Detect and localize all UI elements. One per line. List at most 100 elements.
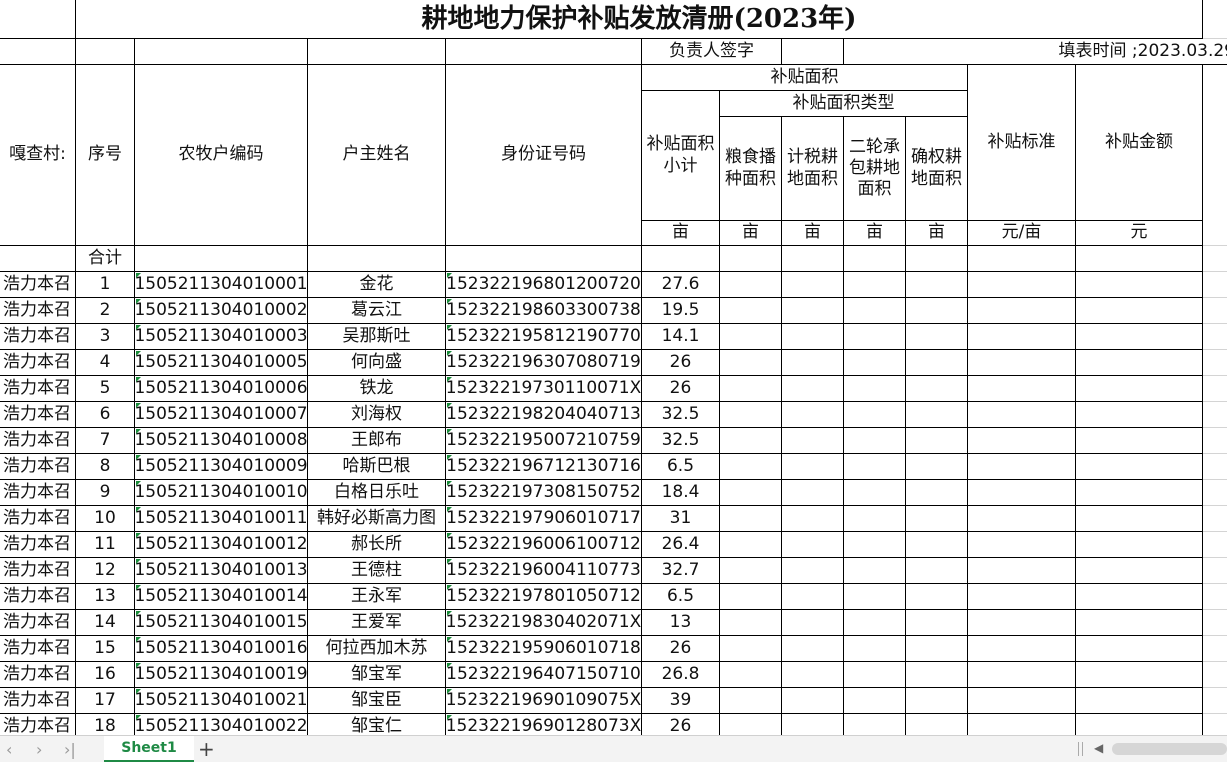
name-cell[interactable]: 何拉西加木苏 [308,636,446,662]
cell[interactable] [782,662,844,688]
village-cell[interactable]: 浩力本召 [0,454,76,480]
cell[interactable] [906,532,968,558]
cell[interactable] [1203,376,1227,402]
village-cell[interactable]: 浩力本召 [0,662,76,688]
seq-cell[interactable]: 15 [76,636,135,662]
name-cell[interactable]: 王郎布 [308,428,446,454]
cell[interactable] [906,428,968,454]
name-cell[interactable]: 白格日乐吐 [308,480,446,506]
cell[interactable] [720,636,782,662]
village-cell[interactable]: 浩力本召 [0,506,76,532]
village-cell[interactable]: 浩力本召 [0,480,76,506]
cell[interactable] [1203,688,1227,714]
chevron-left-icon[interactable]: ‹ [6,740,12,759]
cell[interactable] [844,636,906,662]
name-cell[interactable]: 邹宝仁 [308,714,446,735]
total-label[interactable]: 合计 [76,246,135,272]
village-cell[interactable]: 浩力本召 [0,610,76,636]
village-cell[interactable]: 浩力本召 [0,688,76,714]
cell[interactable] [1203,272,1227,298]
cell[interactable] [720,272,782,298]
cell[interactable] [782,584,844,610]
cell[interactable] [1076,350,1203,376]
cell[interactable] [782,480,844,506]
cell[interactable] [968,610,1076,636]
cell[interactable] [1203,610,1227,636]
cell[interactable] [968,662,1076,688]
cell[interactable] [906,506,968,532]
cell[interactable] [1076,506,1203,532]
cell[interactable] [968,714,1076,735]
cell[interactable] [906,350,968,376]
cell[interactable] [968,506,1076,532]
name-cell[interactable]: 铁龙 [308,376,446,402]
area-cell[interactable]: 32.7 [642,558,720,584]
cell[interactable] [720,688,782,714]
id-cell[interactable]: 152322196801200720 [446,272,642,298]
cell[interactable] [906,558,968,584]
code-cell[interactable]: 1505211304010013 [135,558,308,584]
area-cell[interactable]: 26 [642,636,720,662]
cell[interactable] [968,402,1076,428]
area-cell[interactable]: 39 [642,688,720,714]
cell[interactable] [906,714,968,735]
header-grain[interactable]: 粮食播种面积 [720,117,782,221]
cell[interactable] [135,39,308,65]
cell[interactable] [1203,402,1227,428]
header-code[interactable]: 农牧户编码 [135,65,308,246]
area-cell[interactable]: 19.5 [642,298,720,324]
cell[interactable] [844,584,906,610]
cell[interactable] [968,350,1076,376]
cell[interactable] [720,246,782,272]
cell[interactable] [782,350,844,376]
code-cell[interactable]: 1505211304010021 [135,688,308,714]
cell[interactable] [1203,506,1227,532]
cell[interactable] [844,298,906,324]
name-cell[interactable]: 王爱军 [308,610,446,636]
name-cell[interactable]: 邹宝军 [308,662,446,688]
name-cell[interactable]: 何向盛 [308,350,446,376]
cell[interactable] [906,324,968,350]
code-cell[interactable]: 1505211304010005 [135,350,308,376]
id-cell[interactable]: 15232219830402071X [446,610,642,636]
cell[interactable] [720,324,782,350]
cell[interactable] [782,714,844,735]
cell[interactable] [1076,402,1203,428]
seq-cell[interactable]: 14 [76,610,135,636]
signer-label[interactable]: 负责人签字 [642,39,782,65]
header-standard[interactable]: 补贴标准 [968,65,1076,221]
cell[interactable] [844,246,906,272]
cell[interactable] [968,246,1076,272]
id-cell[interactable]: 152322197308150752 [446,480,642,506]
header-confirmed[interactable]: 确权耕地面积 [906,117,968,221]
cell[interactable] [844,480,906,506]
cell[interactable] [844,662,906,688]
seq-cell[interactable]: 2 [76,298,135,324]
name-cell[interactable]: 金花 [308,272,446,298]
cell[interactable] [1076,428,1203,454]
cell[interactable] [308,246,446,272]
cell[interactable] [844,688,906,714]
seq-cell[interactable]: 6 [76,402,135,428]
seq-cell[interactable]: 16 [76,662,135,688]
cell[interactable] [968,324,1076,350]
id-cell[interactable]: 152322195906010718 [446,636,642,662]
id-cell[interactable]: 152322197801050712 [446,584,642,610]
code-cell[interactable]: 1505211304010006 [135,376,308,402]
seq-cell[interactable]: 9 [76,480,135,506]
cell[interactable] [968,454,1076,480]
code-cell[interactable]: 1505211304010022 [135,714,308,735]
id-cell[interactable]: 152322195007210759 [446,428,642,454]
cell[interactable] [782,532,844,558]
cell[interactable] [720,714,782,735]
id-cell[interactable]: 152322196712130716 [446,454,642,480]
cell[interactable] [782,428,844,454]
id-cell[interactable]: 152322198204040713 [446,402,642,428]
name-cell[interactable]: 葛云江 [308,298,446,324]
cell[interactable] [906,610,968,636]
cell[interactable] [782,298,844,324]
cell[interactable] [968,636,1076,662]
cell[interactable] [968,480,1076,506]
name-cell[interactable]: 哈斯巴根 [308,454,446,480]
cell[interactable] [782,402,844,428]
